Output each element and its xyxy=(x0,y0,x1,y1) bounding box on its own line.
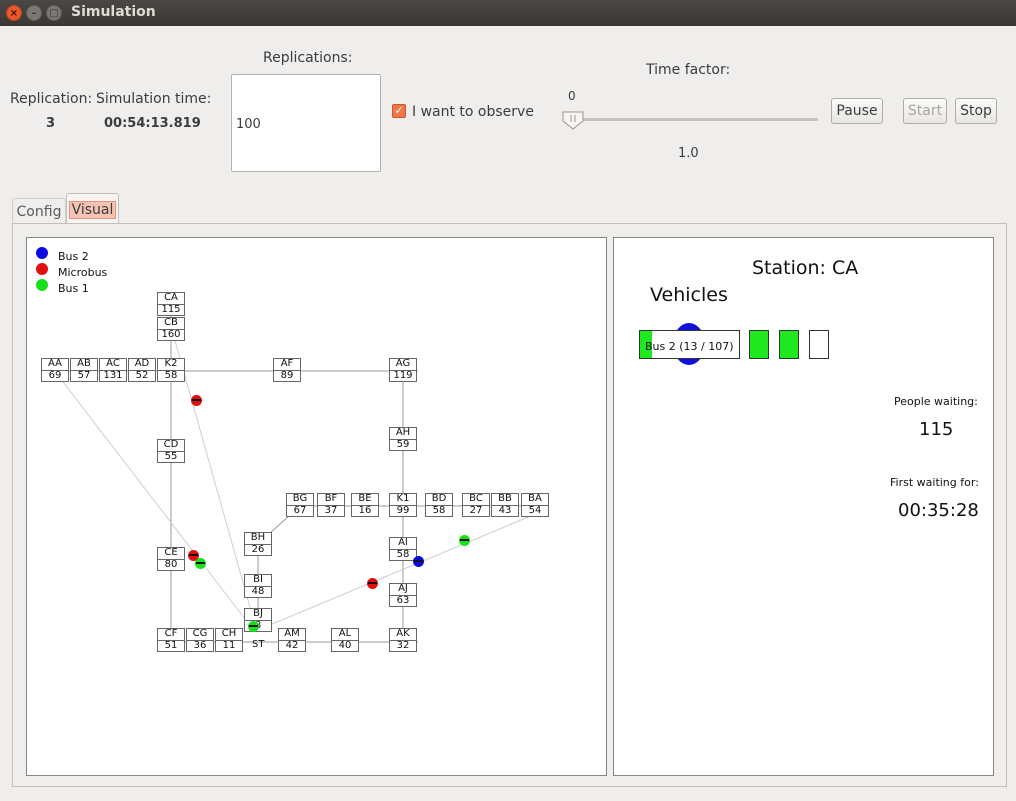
station-count: 58 xyxy=(432,505,446,516)
legend-bus1-dot xyxy=(36,279,48,291)
vehicles-heading: Vehicles xyxy=(650,284,728,306)
station-node[interactable]: AD 52 xyxy=(128,358,156,382)
station-count: 48 xyxy=(251,586,265,597)
microbus-marker[interactable] xyxy=(191,395,202,406)
station-node[interactable]: CB 160 xyxy=(157,317,185,341)
station-count: 43 xyxy=(498,505,512,516)
start-station-label: ST xyxy=(252,639,265,650)
legend-microbus-dot xyxy=(36,263,48,275)
station-count: 63 xyxy=(396,595,410,606)
station-count: 115 xyxy=(161,304,181,315)
first-waiting-value: 00:35:28 xyxy=(898,500,979,521)
station-count: 32 xyxy=(396,640,410,651)
station-node[interactable]: BD 58 xyxy=(425,493,453,517)
station-count: 99 xyxy=(396,505,410,516)
station-node[interactable]: BI 48 xyxy=(244,574,272,598)
legend-microbus-label: Microbus xyxy=(58,266,108,279)
legend-bus1-label: Bus 1 xyxy=(58,282,89,295)
station-node[interactable]: AL 40 xyxy=(331,628,359,652)
station-count: 89 xyxy=(280,370,294,381)
station-node[interactable]: CH 11 xyxy=(215,628,243,652)
bus1-marker[interactable] xyxy=(248,621,259,632)
station-node[interactable]: BA 54 xyxy=(521,493,549,517)
station-node[interactable]: CA 115 xyxy=(157,292,185,316)
station-node[interactable]: AJ 63 xyxy=(389,583,417,607)
station-node[interactable]: AM 42 xyxy=(278,628,306,652)
station-node[interactable]: AB 57 xyxy=(70,358,98,382)
people-waiting-value: 115 xyxy=(919,419,954,440)
station-node[interactable]: BG 67 xyxy=(286,493,314,517)
station-count: 27 xyxy=(469,505,483,516)
station-count: 119 xyxy=(393,370,413,381)
bus2-marker[interactable] xyxy=(413,556,424,567)
station-node[interactable]: CG 36 xyxy=(186,628,214,652)
station-count: 11 xyxy=(222,640,236,651)
station-node[interactable]: BB 43 xyxy=(491,493,519,517)
station-count: 37 xyxy=(324,505,338,516)
first-waiting-label: First waiting for: xyxy=(890,476,979,489)
station-count: 58 xyxy=(396,549,410,560)
legend-bus2-label: Bus 2 xyxy=(58,250,89,263)
station-node[interactable]: CF 51 xyxy=(157,628,185,652)
station-node[interactable]: BF 37 xyxy=(317,493,345,517)
station-node[interactable]: AA 69 xyxy=(41,358,69,382)
station-count: 40 xyxy=(338,640,352,651)
station-count: 52 xyxy=(135,370,149,381)
bus-capacity-label: Bus 2 (13 / 107) xyxy=(645,340,734,353)
station-count: 36 xyxy=(193,640,207,651)
vehicle-slot-fill xyxy=(750,331,768,358)
station-count: 26 xyxy=(251,544,265,555)
station-count: 59 xyxy=(396,439,410,450)
station-count: 69 xyxy=(48,370,62,381)
vehicle-slot[interactable] xyxy=(779,330,799,359)
station-node[interactable]: AH 59 xyxy=(389,427,417,451)
station-count: 55 xyxy=(164,451,178,462)
legend-bus2-dot xyxy=(36,247,48,259)
station-node[interactable]: AF 89 xyxy=(273,358,301,382)
station-count: 42 xyxy=(285,640,299,651)
station-count: 58 xyxy=(164,370,178,381)
station-node[interactable]: AG 119 xyxy=(389,358,417,382)
vehicle-slot[interactable] xyxy=(749,330,769,359)
station-title: Station: CA xyxy=(752,257,859,279)
people-waiting-label: People waiting: xyxy=(894,395,978,408)
station-node[interactable]: CE 80 xyxy=(157,547,185,571)
bus1-marker[interactable] xyxy=(459,535,470,546)
vehicle-slot-fill xyxy=(780,331,798,358)
station-count: 160 xyxy=(161,329,181,340)
station-count: 67 xyxy=(293,505,307,516)
station-node[interactable]: CD 55 xyxy=(157,439,185,463)
station-count: 51 xyxy=(164,640,178,651)
station-node[interactable]: AK 32 xyxy=(389,628,417,652)
bus1-marker[interactable] xyxy=(195,558,206,569)
station-count: 131 xyxy=(103,370,123,381)
station-node[interactable]: K1 99 xyxy=(389,493,417,517)
station-count: 16 xyxy=(358,505,372,516)
station-count: 80 xyxy=(164,559,178,570)
station-node[interactable]: AI 58 xyxy=(389,537,417,561)
station-node[interactable]: BH 26 xyxy=(244,532,272,556)
station-node[interactable]: BE 16 xyxy=(351,493,379,517)
station-count: 54 xyxy=(528,505,542,516)
station-count: 57 xyxy=(77,370,91,381)
vehicle-slot[interactable] xyxy=(809,330,829,359)
microbus-marker[interactable] xyxy=(367,578,378,589)
station-node[interactable]: K2 58 xyxy=(157,358,185,382)
station-node[interactable]: AC 131 xyxy=(99,358,127,382)
station-node[interactable]: BC 27 xyxy=(462,493,490,517)
